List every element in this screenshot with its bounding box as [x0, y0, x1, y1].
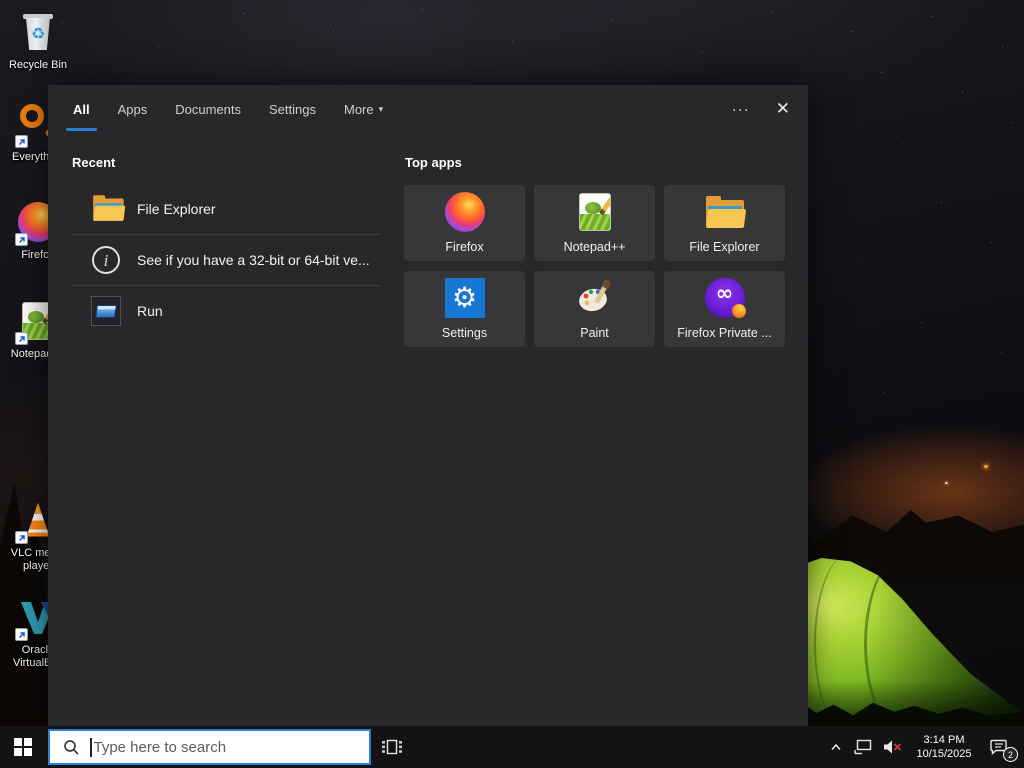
- chevron-down-icon: ▾: [378, 103, 384, 114]
- file-explorer-icon: [664, 191, 785, 233]
- stars: [0, 0, 1, 1]
- search-icon: [64, 739, 79, 755]
- system-tray: 3:14 PM 10/15/2025 2: [826, 726, 1018, 768]
- recent-list: File Explorer i See if you have a 32-bit…: [72, 183, 380, 336]
- text-caret: [90, 737, 92, 757]
- search-flyout-panel: All Apps Documents Settings More ▾ ··· ✕…: [48, 85, 808, 726]
- recent-item-run[interactable]: Run: [72, 285, 380, 336]
- tray-date: 10/15/2025: [916, 748, 972, 760]
- shortcut-arrow-icon: [15, 628, 28, 641]
- start-button[interactable]: [0, 726, 46, 768]
- desktop: ♻ Recycle Bin Everything Firefox Notepad…: [0, 0, 1024, 768]
- search-input[interactable]: [93, 738, 369, 756]
- chevron-up-icon: [831, 743, 841, 750]
- task-view-icon: [382, 739, 402, 755]
- recent-header: Recent: [72, 155, 116, 170]
- volume-muted-icon: [884, 740, 902, 754]
- taskbar: 3:14 PM 10/15/2025 2: [0, 726, 1024, 768]
- bright-star: [984, 465, 988, 468]
- top-app-paint[interactable]: Paint: [534, 271, 655, 347]
- shortcut-arrow-icon: [15, 233, 28, 246]
- recycle-bin-icon: ♻: [14, 8, 62, 56]
- tray-overflow-button[interactable]: [826, 726, 846, 768]
- task-view-button[interactable]: [377, 726, 407, 768]
- top-apps-header: Top apps: [405, 155, 462, 170]
- desktop-icon-label: Recycle Bin: [8, 59, 68, 71]
- recent-item-file-explorer[interactable]: File Explorer: [72, 183, 380, 234]
- recycle-symbol-icon: ♻: [30, 24, 46, 43]
- more-options-button[interactable]: ···: [732, 101, 750, 118]
- panel-controls: ··· ✕: [732, 85, 790, 133]
- info-icon: i: [90, 244, 122, 276]
- recent-item-search-suggestion[interactable]: i See if you have a 32-bit or 64-bit ve.…: [72, 234, 380, 285]
- action-center-button[interactable]: 2: [982, 726, 1018, 768]
- paint-palette-icon: [534, 277, 655, 319]
- bright-star: [945, 482, 948, 484]
- search-tabs: All Apps Documents Settings More ▾: [48, 85, 808, 133]
- taskbar-search-box[interactable]: [48, 729, 371, 765]
- ethernet-network-icon: [854, 739, 872, 755]
- top-app-settings[interactable]: ⚙ Settings: [404, 271, 525, 347]
- desktop-icon-recycle-bin[interactable]: ♻ Recycle Bin: [4, 8, 72, 72]
- firefox-private-mask-icon: ∞: [664, 277, 785, 319]
- top-apps-grid: Firefox Notepad++ File Explorer ⚙ Settin…: [404, 185, 785, 347]
- tray-time: 3:14 PM: [923, 734, 965, 746]
- tab-documents[interactable]: Documents: [175, 85, 241, 133]
- shortcut-arrow-icon: [15, 332, 28, 345]
- notepad-plus-plus-icon: [534, 191, 655, 233]
- glowing-tent: [780, 558, 1024, 728]
- tab-apps[interactable]: Apps: [118, 85, 148, 133]
- notification-badge: 2: [1003, 747, 1018, 762]
- top-app-notepad-plus-plus[interactable]: Notepad++: [534, 185, 655, 261]
- tab-more[interactable]: More ▾: [344, 85, 383, 133]
- top-app-file-explorer[interactable]: File Explorer: [664, 185, 785, 261]
- firefox-icon: [404, 191, 525, 233]
- shortcut-arrow-icon: [15, 531, 28, 544]
- volume-button[interactable]: [880, 726, 906, 768]
- network-button[interactable]: [851, 726, 875, 768]
- shortcut-arrow-icon: [15, 135, 28, 148]
- close-icon[interactable]: ✕: [776, 99, 790, 119]
- folder-icon: [90, 193, 126, 225]
- taskbar-clock[interactable]: 3:14 PM 10/15/2025: [911, 733, 977, 761]
- settings-gear-icon: ⚙: [404, 277, 525, 319]
- top-app-firefox-private[interactable]: ∞ Firefox Private ...: [664, 271, 785, 347]
- run-icon: [90, 295, 122, 327]
- tab-all[interactable]: All: [66, 85, 97, 133]
- windows-logo-icon: [14, 738, 32, 756]
- top-app-firefox[interactable]: Firefox: [404, 185, 525, 261]
- tab-settings[interactable]: Settings: [269, 85, 316, 133]
